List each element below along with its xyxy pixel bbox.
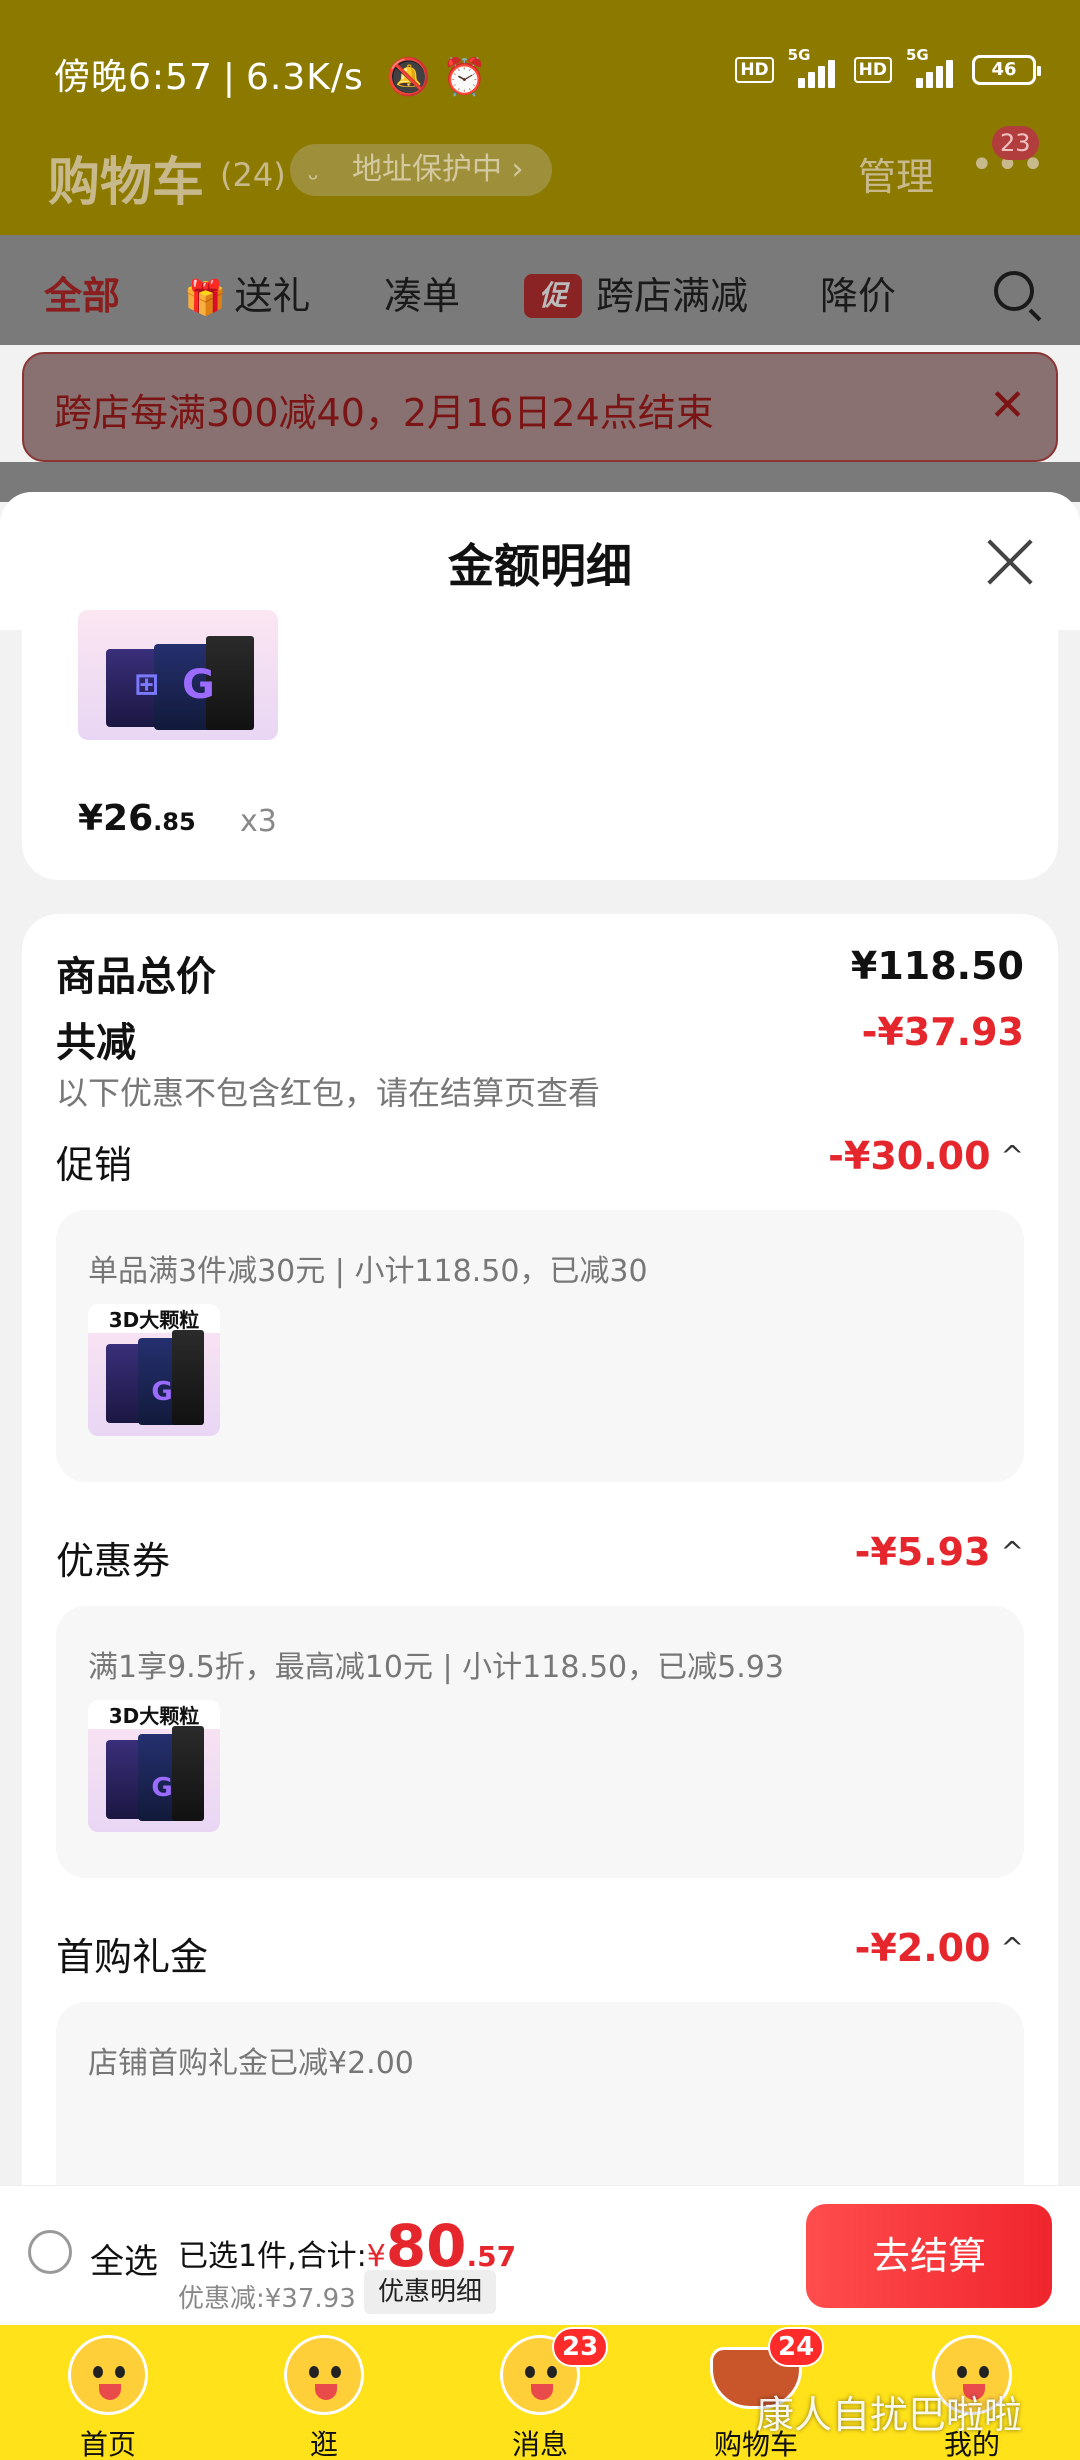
coupon-detail-box: 满1享9.5折，最高减10元 | 小计118.50，已减5.93 3D大颗粒 G [56, 1606, 1024, 1878]
signal-icon: 5G [788, 46, 840, 88]
chevron-up-icon: ^ [1000, 1139, 1024, 1172]
nav-browse[interactable]: 逛 [254, 2325, 394, 2460]
thumb-label: 3D大颗粒 [88, 1700, 220, 1729]
shield-icon: ᵕ [308, 165, 319, 195]
gift-icon: 🎁 [184, 278, 227, 318]
coupon-label: 优惠券 [56, 1539, 171, 1583]
status-bar: 傍晚6:57 | 6.3K/s 🔕 ⏰ HD 5G HD 5G 46 [0, 0, 1080, 140]
nav-browse-label: 逛 [309, 2428, 338, 2460]
first-purchase-desc: 店铺首购礼金已减¥2.00 [88, 2046, 414, 2081]
amount-detail-sheet: 金额明细 ⊞ G ¥26.85 x3 商品总价 ¥118.50 共减 -¥37.… [0, 492, 1080, 2192]
status-icons: HD 5G HD 5G 46 [735, 46, 1041, 88]
alarm-icon: ⏰ [442, 57, 488, 98]
cart-header: 购物车 (24) ᵕ 地址保护中 › 管理 ••• 23 [0, 126, 1080, 235]
promotion-value[interactable]: -¥30.00 ^ [828, 1134, 1024, 1178]
product-price: ¥26.85 [78, 798, 196, 839]
separator: | [222, 57, 236, 98]
product-thumbnail: 3D大颗粒 G [88, 1304, 220, 1436]
amount-breakdown-card: 商品总价 ¥118.50 共减 -¥37.93 以下优惠不包含红包，请在结算页查… [22, 914, 1058, 2192]
network-type: 5G [787, 46, 811, 64]
tab-cross-store-label: 跨店满减 [596, 274, 749, 318]
coupon-value[interactable]: -¥5.93 ^ [855, 1530, 1024, 1574]
promotion-amount: -¥30.00 [828, 1134, 991, 1178]
status-time: 傍晚6:57 | 6.3K/s 🔕 ⏰ [44, 48, 488, 100]
mute-icon: 🔕 [386, 57, 433, 98]
currency-symbol: ¥ [366, 2239, 386, 2274]
price-decimal: .85 [153, 808, 196, 836]
hd-icon: HD [735, 57, 774, 83]
tab-gift[interactable]: 🎁 送礼 [184, 265, 310, 320]
promo-tag: 促 [524, 274, 582, 318]
tab-cross-store[interactable]: 促跨店满减 [524, 265, 748, 320]
cart-count: (24) [220, 156, 286, 194]
checkout-bar: 全选 已选1件,合计:¥80.57 优惠减:¥37.93 优惠明细 去结算 [0, 2185, 1080, 2325]
product-thumbnail[interactable]: ⊞ G [78, 610, 278, 740]
tab-all[interactable]: 全部 [44, 265, 120, 320]
discount-detail-button[interactable]: 优惠明细 [364, 2270, 497, 2314]
messages-badge: 23 [552, 2327, 609, 2367]
first-purchase-detail-box: 店铺首购礼金已减¥2.00 [56, 2002, 1024, 2192]
promotion-desc: 单品满3件减30元 | 小计118.50，已减30 [88, 1254, 648, 1289]
product-quantity: x3 [240, 804, 277, 839]
summary-prefix: 已选1件,合计: [178, 2239, 367, 2274]
first-purchase-label: 首购礼金 [56, 1935, 209, 1979]
product-card: ⊞ G ¥26.85 x3 [22, 610, 1058, 880]
home-mascot-icon [68, 2335, 148, 2415]
sheet-title: 金额明细 [448, 539, 632, 593]
nav-messages-label: 消息 [511, 2428, 568, 2460]
hd-icon: HD [853, 57, 892, 83]
coupon-amount: -¥5.93 [854, 1530, 991, 1574]
network-type: 5G [906, 46, 929, 64]
coupon-desc: 满1享9.5折，最高减10元 | 小计118.50，已减5.93 [88, 1650, 784, 1685]
discount-text: 优惠减:¥37.93 [178, 2284, 356, 2314]
tab-combine[interactable]: 凑单 [384, 265, 460, 320]
cart-filter-tabs: 全部 🎁 送礼 凑单 促跨店满减 降价 [0, 235, 1080, 345]
more-badge: 23 [992, 126, 1039, 160]
total-label: 商品总价 [56, 954, 216, 1000]
reduce-label: 共减 [56, 1020, 136, 1066]
cart-badge: 24 [768, 2327, 825, 2367]
total-value: ¥118.50 [850, 944, 1024, 988]
close-icon[interactable]: ✕ [989, 380, 1026, 431]
select-all-label[interactable]: 全选 [90, 2234, 158, 2283]
tab-gift-label: 送礼 [234, 274, 311, 318]
notice-text: 跨店每满300减40，2月16日24点结束 [54, 391, 714, 435]
price-integer: ¥26 [78, 798, 154, 839]
net-speed: 6.3K/s [245, 57, 364, 98]
reduce-note: 以下优惠不包含红包，请在结算页查看 [56, 1074, 601, 1112]
total-decimal: .57 [466, 2240, 517, 2273]
address-protect-pill[interactable]: ᵕ 地址保护中 › [290, 144, 552, 196]
first-purchase-value[interactable]: -¥2.00 ^ [855, 1926, 1024, 1970]
promo-notice: 跨店每满300减40，2月16日24点结束 ✕ [22, 352, 1058, 462]
chevron-right-icon: › [511, 152, 524, 187]
nav-home[interactable]: 首页 [38, 2325, 178, 2460]
nav-messages[interactable]: 23 消息 [470, 2325, 610, 2460]
chevron-up-icon: ^ [1000, 1931, 1024, 1964]
clock-text: 傍晚6:57 [54, 57, 213, 98]
first-purchase-amount: -¥2.00 [854, 1926, 991, 1970]
page-title: 购物车 [48, 153, 205, 213]
watermark: 康人自扰巴啦啦 [756, 2393, 1023, 2437]
signal-icon: 5G [906, 46, 958, 88]
browse-mascot-icon [284, 2335, 364, 2415]
tab-price-drop[interactable]: 降价 [820, 265, 896, 320]
address-pill-label: 地址保护中 [352, 152, 502, 187]
chevron-up-icon: ^ [1000, 1535, 1024, 1568]
product-thumbnail: 3D大颗粒 G [88, 1700, 220, 1832]
thumb-label: 3D大颗粒 [88, 1304, 220, 1333]
reduce-value: -¥37.93 [861, 1010, 1024, 1054]
promotion-label: 促销 [56, 1143, 133, 1187]
search-icon[interactable] [994, 271, 1034, 311]
select-all-checkbox[interactable] [28, 2230, 72, 2274]
close-icon[interactable] [986, 538, 1034, 586]
checkout-button[interactable]: 去结算 [806, 2204, 1052, 2308]
battery-icon: 46 [972, 55, 1041, 85]
manage-button[interactable]: 管理 [858, 146, 934, 201]
nav-home-label: 首页 [79, 2428, 136, 2460]
promotion-detail-box: 单品满3件减30元 | 小计118.50，已减30 3D大颗粒 G [56, 1210, 1024, 1482]
